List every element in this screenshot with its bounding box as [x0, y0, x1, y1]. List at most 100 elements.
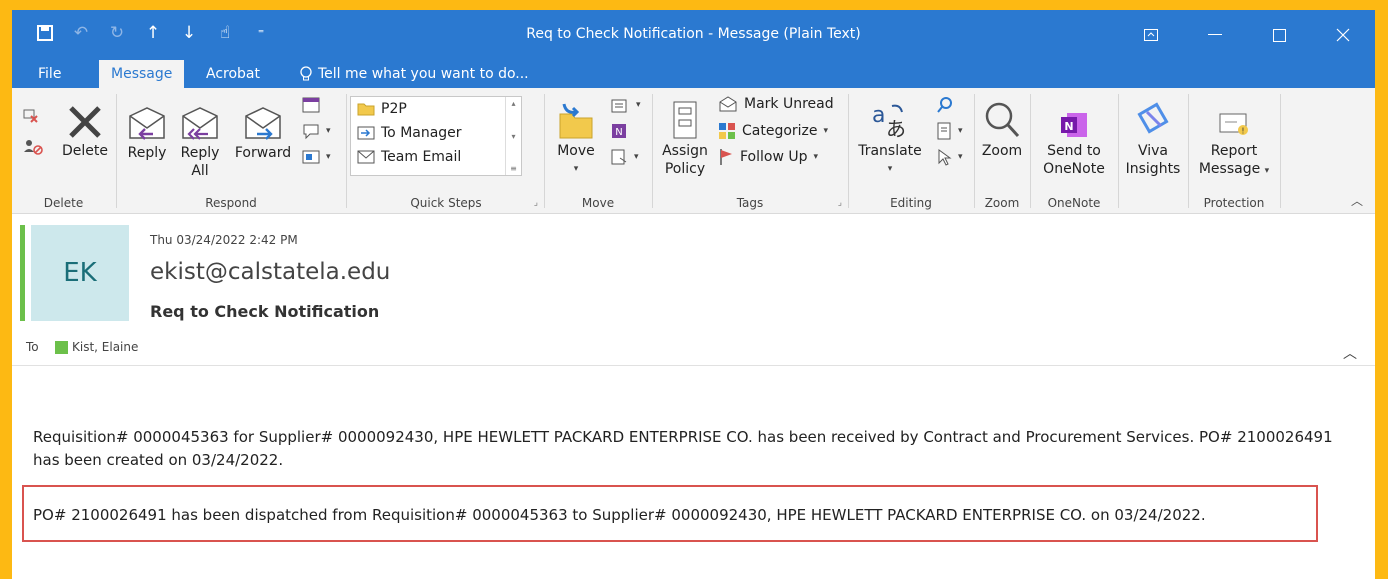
onenote-move-button[interactable]: N [610, 122, 628, 140]
instant-message-icon [303, 124, 319, 140]
mark-unread-icon [719, 96, 737, 112]
touch-mode-icon[interactable]: ☝ [214, 22, 236, 44]
ribbon-divider [652, 94, 653, 208]
rules-button[interactable]: ▾ [610, 96, 641, 114]
group-protection: ! Report Message ▾ Protection [1190, 88, 1278, 214]
group-delete: Delete Delete [12, 88, 115, 214]
ribbon-display-options-icon[interactable] [1119, 10, 1183, 60]
actions-button[interactable]: ▾ [610, 148, 639, 166]
meeting-button[interactable] [302, 96, 320, 114]
categorize-label: Categorize [742, 123, 818, 139]
group-label-move: Move [581, 196, 615, 210]
undo-icon[interactable]: ↶ [70, 22, 92, 44]
group-label-editing: Editing [890, 196, 932, 210]
scroll-down-icon[interactable]: ▾ [511, 132, 515, 141]
group-label-respond: Respond [205, 196, 257, 210]
rules-dropdown-icon: ▾ [636, 100, 641, 110]
quick-steps-gallery: P2P To Manager Team Email ▴ ▾ ≡ [350, 96, 522, 176]
delete-button[interactable]: Delete [58, 96, 112, 160]
presence-indicator-icon [55, 340, 68, 354]
reply-all-label-2: All [191, 163, 209, 179]
down-arrow-icon[interactable]: ↓ [178, 22, 200, 44]
lightbulb-icon [300, 66, 312, 81]
rules-icon [611, 99, 627, 113]
reply-icon [129, 107, 165, 140]
viva-insights-icon [1137, 102, 1169, 134]
onenote-icon: N [1061, 113, 1087, 137]
move-button[interactable]: Move ▾ [550, 96, 602, 178]
group-move: Move ▾ ▾ N ▾ Move [546, 88, 650, 214]
viva-insights-button[interactable]: Viva Insights [1120, 96, 1186, 178]
tell-me-search[interactable]: Tell me what you want to do... [288, 60, 541, 88]
quick-step-team-email[interactable]: Team Email [351, 145, 521, 169]
collapse-header-icon[interactable]: ︿ [1343, 343, 1357, 363]
reply-all-button[interactable]: Reply All [172, 98, 228, 180]
report-message-button[interactable]: ! Report Message ▾ [1190, 96, 1278, 180]
find-button[interactable] [936, 96, 954, 114]
sender-address[interactable]: ekist@calstatela.edu [150, 259, 390, 285]
send-to-label-1: Send to [1047, 143, 1101, 159]
send-to-onenote-button[interactable]: N Send to OneNote [1032, 96, 1116, 178]
tab-acrobat[interactable]: Acrobat [194, 60, 272, 88]
quick-step-label: To Manager [381, 125, 462, 141]
junk-button[interactable] [22, 138, 46, 156]
zoom-button[interactable]: Zoom [976, 96, 1028, 160]
message-body-paragraph-1: Requisition# 0000045363 for Supplier# 00… [33, 428, 1333, 469]
more-icon[interactable]: ≡ [510, 164, 517, 173]
viva-label-2: Insights [1125, 161, 1181, 177]
message-subject: Req to Check Notification [150, 302, 380, 321]
recipient[interactable]: Kist, Elaine [55, 340, 138, 354]
mark-unread-label: Mark Unread [744, 96, 834, 112]
select-button[interactable]: ▾ [936, 148, 963, 166]
mark-unread-button[interactable]: Mark Unread [718, 96, 834, 112]
forward-button[interactable]: Forward [230, 98, 296, 162]
scroll-up-icon[interactable]: ▴ [511, 99, 515, 108]
svg-text:N: N [1064, 120, 1073, 133]
related-button[interactable]: ▾ [936, 122, 963, 140]
message-header: EK Thu 03/24/2022 2:42 PM ekist@calstate… [12, 215, 1375, 366]
assign-policy-button[interactable]: Assign Policy [656, 96, 714, 178]
maximize-icon[interactable] [1247, 10, 1311, 60]
translate-button[interactable]: aあ Translate ▾ [852, 96, 928, 178]
select-cursor-icon [938, 149, 952, 166]
move-label: Move [557, 143, 595, 159]
minimize-icon[interactable] [1183, 10, 1247, 60]
categorize-button[interactable]: Categorize ▾ [718, 122, 828, 140]
move-folder-icon [559, 103, 593, 139]
team-email-icon [357, 150, 375, 164]
quick-step-label: Team Email [381, 149, 462, 165]
zoom-magnifier-icon [985, 102, 1020, 138]
flag-icon [720, 149, 732, 165]
im-button[interactable]: ▾ [302, 122, 331, 140]
save-icon[interactable] [34, 22, 56, 44]
close-icon[interactable] [1311, 10, 1375, 60]
outlook-message-window: ↶ ↻ ↑ ↓ ☝ ⁼ Req to Check Notification - … [12, 10, 1375, 579]
forward-mail-icon [357, 126, 375, 140]
onenote-small-icon: N [612, 124, 626, 138]
quick-step-p2p[interactable]: P2P [351, 97, 521, 121]
meeting-icon [302, 97, 320, 113]
presence-bar [20, 225, 25, 321]
ribbon-tabs: File Message Acrobat Tell me what you wa… [12, 60, 1375, 88]
report-label-1: Report [1210, 143, 1258, 159]
up-arrow-icon[interactable]: ↑ [142, 22, 164, 44]
collapse-ribbon-icon[interactable]: ︿ [1351, 192, 1363, 209]
tab-file[interactable]: File [26, 60, 73, 88]
tab-message[interactable]: Message [99, 60, 185, 88]
redo-icon[interactable]: ↻ [106, 22, 128, 44]
follow-up-button[interactable]: Follow Up ▾ [718, 148, 818, 166]
customize-toolbar-icon[interactable]: ⁼ [250, 22, 272, 44]
avatar[interactable]: EK [31, 225, 129, 321]
translate-label: Translate [858, 143, 922, 159]
tell-me-label: Tell me what you want to do... [318, 66, 529, 82]
group-respond: Reply Reply All Forward ▾ ▾ Respond [118, 88, 344, 214]
more-respond-button[interactable]: ▾ [302, 148, 331, 166]
quick-step-to-manager[interactable]: To Manager [351, 121, 521, 145]
group-label-onenote: OneNote [1047, 196, 1101, 210]
delete-x-icon [69, 106, 101, 138]
quick-steps-scrollbar[interactable]: ▴ ▾ ≡ [505, 97, 521, 175]
window-controls [1119, 10, 1375, 60]
ignore-button[interactable] [22, 106, 40, 124]
ignore-icon [23, 109, 38, 123]
reply-button[interactable]: Reply [124, 98, 170, 162]
